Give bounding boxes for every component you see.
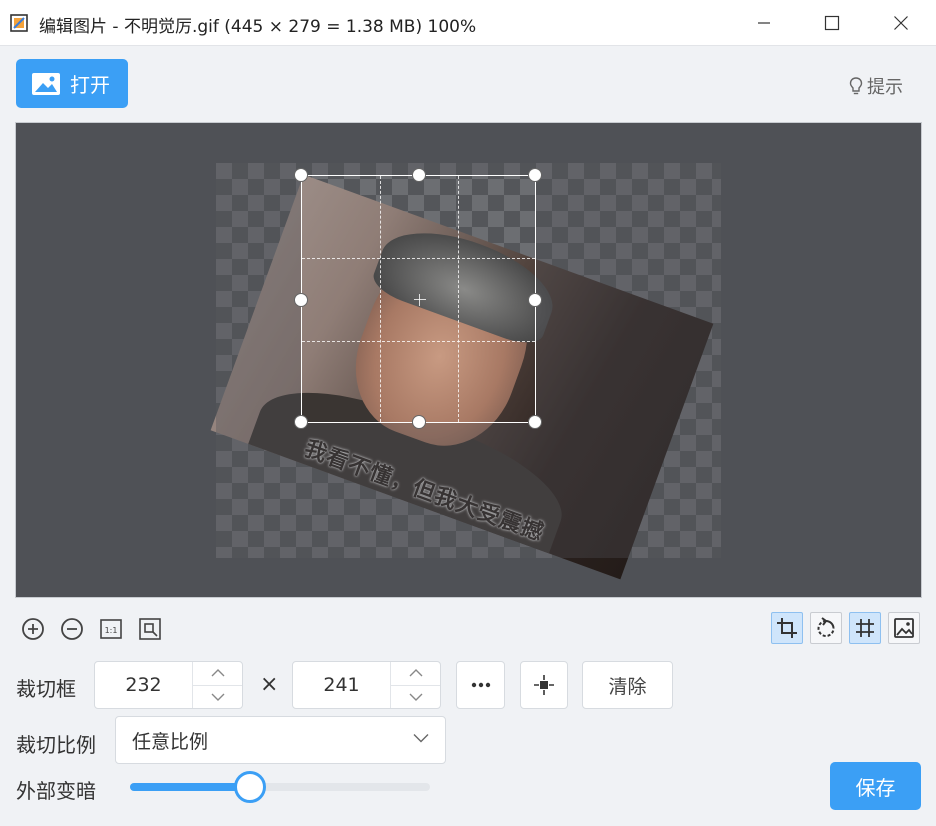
crop-center-mark [414, 294, 426, 306]
open-button-label: 打开 [70, 73, 110, 97]
svg-text:1:1: 1:1 [105, 626, 118, 635]
crop-size-label: 裁切框 [16, 677, 76, 701]
crop-height-increment[interactable] [391, 662, 440, 685]
dim-bottom [216, 423, 721, 558]
maximize-icon[interactable] [797, 0, 867, 46]
grid-line [302, 258, 535, 259]
center-icon [534, 675, 554, 695]
darken-label: 外部变暗 [16, 779, 96, 803]
image-canvas[interactable]: 我看不懂，但我大受震撼 [15, 122, 922, 598]
image-adjust-icon[interactable] [888, 612, 920, 644]
crop-handle-top-left[interactable] [294, 168, 308, 182]
clear-button[interactable]: 清除 [582, 661, 673, 709]
darken-slider-fill [130, 783, 250, 791]
crop-width-decrement[interactable] [193, 684, 242, 709]
grid-line [302, 341, 535, 342]
crop-height-decrement[interactable] [391, 684, 440, 709]
times-sign: × [260, 672, 279, 697]
crop-ratio-select[interactable]: 任意比例 [115, 716, 446, 764]
crop-handle-bottom-left[interactable] [294, 415, 308, 429]
crop-handle-bottom[interactable] [412, 415, 426, 429]
fit-window-icon[interactable] [135, 614, 165, 644]
crop-box[interactable] [294, 168, 542, 429]
close-icon[interactable] [866, 0, 936, 46]
hint-label: 提示 [867, 77, 903, 98]
crop-handle-top[interactable] [412, 168, 426, 182]
grid-icon[interactable] [849, 612, 881, 644]
crop-width-value[interactable]: 232 [95, 662, 193, 708]
crop-handle-top-right[interactable] [528, 168, 542, 182]
window-title: 编辑图片 - 不明觉厉.gif (445 × 279 = 1.38 MB) 10… [39, 17, 477, 37]
app-icon [10, 14, 28, 32]
title-bar: 编辑图片 - 不明觉厉.gif (445 × 279 = 1.38 MB) 10… [0, 0, 936, 46]
hint-button[interactable]: 提示 [848, 73, 903, 99]
crop-handle-right[interactable] [528, 293, 542, 307]
zoom-in-icon[interactable] [18, 614, 48, 644]
crop-height-input[interactable]: 241 [292, 661, 441, 709]
actual-size-icon[interactable]: 1:1 [96, 614, 126, 644]
zoom-out-icon[interactable] [57, 614, 87, 644]
crop-width-input[interactable]: 232 [94, 661, 243, 709]
crop-width-increment[interactable] [193, 662, 242, 685]
more-button[interactable] [456, 661, 505, 709]
rotate-icon[interactable] [810, 612, 842, 644]
darken-slider-thumb[interactable] [234, 771, 266, 803]
grid-line [380, 176, 381, 422]
crop-handle-bottom-right[interactable] [528, 415, 542, 429]
open-button[interactable]: 打开 [16, 59, 128, 108]
more-icon [471, 682, 490, 688]
dim-left [216, 175, 301, 423]
chevron-down-icon [413, 734, 429, 743]
crop-ratio-value: 任意比例 [132, 730, 209, 753]
save-button[interactable]: 保存 [830, 762, 921, 810]
image-icon [32, 72, 60, 95]
grid-line [458, 176, 459, 422]
crop-ratio-label: 裁切比例 [16, 733, 96, 757]
dim-top [216, 163, 721, 175]
lightbulb-icon [849, 77, 863, 95]
minimize-icon[interactable] [729, 0, 799, 46]
crop-handle-left[interactable] [294, 293, 308, 307]
center-button[interactable] [520, 661, 568, 709]
darken-slider[interactable] [130, 783, 430, 791]
dim-right [536, 175, 721, 423]
crop-icon[interactable] [771, 612, 803, 644]
crop-height-value[interactable]: 241 [293, 662, 391, 708]
